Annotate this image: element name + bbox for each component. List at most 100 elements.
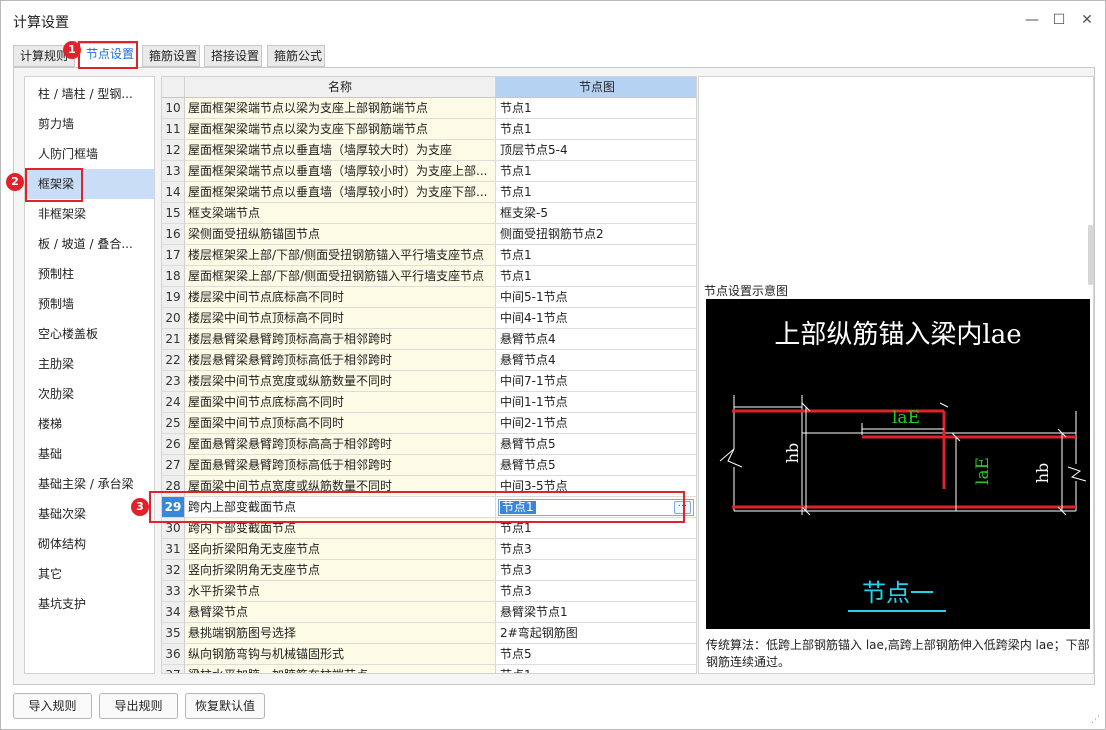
sidebar-item[interactable]: 剪力墙 <box>25 109 154 139</box>
sidebar-item[interactable]: 基础主梁 / 承台梁 <box>25 469 154 499</box>
table-row[interactable]: 20 楼层梁中间节点顶标高不同时 中间4-1节点 <box>162 308 696 329</box>
row-node-cell[interactable]: 节点1 <box>496 182 696 203</box>
row-name-cell[interactable]: 竖向折梁阴角无支座节点 <box>185 560 496 581</box>
table-row[interactable]: 37梁柱水平加腋，加腋筋在柱端节点节点1 <box>162 665 696 673</box>
table-row[interactable]: 24 屋面梁中间节点底标高不同时 中间1-1节点 <box>162 392 696 413</box>
row-name-cell[interactable]: 梁侧面受扭纵筋锚固节点 <box>185 224 496 245</box>
sidebar-item[interactable]: 板 / 坡道 / 叠合... <box>25 229 154 259</box>
row-node-cell[interactable]: 节点1 <box>496 266 696 287</box>
row-node-cell[interactable]: 节点3 <box>496 560 696 581</box>
row-node-cell[interactable]: 中间4-1节点 <box>496 308 696 329</box>
table-row[interactable]: 19 楼层梁中间节点底标高不同时 中间5-1节点 <box>162 287 696 308</box>
table-row[interactable]: 17 楼层框架梁上部/下部/侧面受扭钢筋锚入平行墙支座节点 节点1 <box>162 245 696 266</box>
row-node-cell[interactable]: 节点1 <box>496 98 696 119</box>
row-node-cell[interactable]: 中间5-1节点 <box>496 287 696 308</box>
row-name-cell[interactable]: 竖向折梁阳角无支座节点 <box>185 539 496 560</box>
tab-stirrup-settings[interactable]: 箍筋设置 <box>142 45 200 67</box>
sidebar-item[interactable]: 其它 <box>25 559 154 589</box>
row-node-cell[interactable]: 节点1 <box>496 119 696 140</box>
tab-stirrup-formula[interactable]: 箍筋公式 <box>267 45 325 67</box>
sidebar-item[interactable]: 预制墙 <box>25 289 154 319</box>
sidebar-item[interactable]: 砌体结构 <box>25 529 154 559</box>
row-node-cell[interactable]: 2#弯起钢筋图 <box>496 623 696 644</box>
row-node-cell[interactable]: 悬臂节点5 <box>496 434 696 455</box>
table-row[interactable]: 26 屋面悬臂梁悬臂跨顶标高高于相邻跨时 悬臂节点5 <box>162 434 696 455</box>
row-node-cell[interactable]: 悬臂梁节点1 <box>496 602 696 623</box>
row-node-cell[interactable]: 框支梁-5 <box>496 203 696 224</box>
row-node-cell[interactable]: 节点3 <box>496 581 696 602</box>
row-name-cell[interactable]: 楼层梁中间节点顶标高不同时 <box>185 308 496 329</box>
table-row[interactable]: 31 竖向折梁阳角无支座节点 节点3 <box>162 539 696 560</box>
row-node-cell[interactable]: 节点5 <box>496 644 696 665</box>
table-row[interactable]: 12 屋面框架梁端节点以垂直墙（墙厚较大时）为支座 顶层节点5-4 <box>162 140 696 161</box>
table-row[interactable]: 10 屋面框架梁端节点以梁为支座上部钢筋端节点 节点1 <box>162 98 696 119</box>
sidebar-item[interactable]: 基础 <box>25 439 154 469</box>
table-row[interactable]: 27 屋面悬臂梁悬臂跨顶标高低于相邻跨时 悬臂节点5 <box>162 455 696 476</box>
row-name-cell[interactable]: 楼层梁中间节点底标高不同时 <box>185 287 496 308</box>
column-header-name[interactable]: 名称 <box>185 77 496 98</box>
row-name-cell[interactable]: 屋面梁中间节点顶标高不同时 <box>185 413 496 434</box>
table-row[interactable]: 15 框支梁端节点 框支梁-5 <box>162 203 696 224</box>
tab-lap-settings[interactable]: 搭接设置 <box>204 45 262 67</box>
sidebar-item[interactable]: 柱 / 墙柱 / 型钢... <box>25 79 154 109</box>
column-header-node-diagram[interactable]: 节点图 <box>496 77 696 98</box>
close-icon[interactable]: ✕ <box>1076 9 1098 31</box>
row-name-cell[interactable]: 楼层梁中间节点宽度或纵筋数量不同时 <box>185 371 496 392</box>
table-row[interactable]: 14 屋面框架梁端节点以垂直墙（墙厚较小时）为支座下部... 节点1 <box>162 182 696 203</box>
table-row[interactable]: 23 楼层梁中间节点宽度或纵筋数量不同时 中间7-1节点 <box>162 371 696 392</box>
table-row[interactable]: 16 梁侧面受扭纵筋锚固节点 侧面受扭钢筋节点2 <box>162 224 696 245</box>
sidebar-item[interactable]: 非框架梁 <box>25 199 154 229</box>
sidebar-item[interactable]: 楼梯 <box>25 409 154 439</box>
table-row[interactable]: 13 屋面框架梁端节点以垂直墙（墙厚较小时）为支座上部... 节点1 <box>162 161 696 182</box>
row-name-cell[interactable]: 纵向钢筋弯钩与机械锚固形式 <box>185 644 496 665</box>
import-rules-button[interactable]: 导入规则 <box>13 693 92 719</box>
row-node-cell[interactable]: 悬臂节点5 <box>496 455 696 476</box>
row-name-cell[interactable]: 楼层框架梁上部/下部/侧面受扭钢筋锚入平行墙支座节点 <box>185 245 496 266</box>
row-node-cell[interactable]: 侧面受扭钢筋节点2 <box>496 224 696 245</box>
maximize-icon[interactable]: ☐ <box>1048 9 1070 31</box>
row-node-cell[interactable]: 中间7-1节点 <box>496 371 696 392</box>
sidebar-item[interactable]: 主肋梁 <box>25 349 154 379</box>
row-node-cell[interactable]: 节点1 <box>496 665 696 673</box>
row-node-cell[interactable]: 节点1 <box>496 161 696 182</box>
row-node-cell[interactable]: 中间1-1节点 <box>496 392 696 413</box>
table-row[interactable]: 25 屋面梁中间节点顶标高不同时 中间2-1节点 <box>162 413 696 434</box>
row-node-cell[interactable]: 悬臂节点4 <box>496 329 696 350</box>
row-name-cell[interactable]: 楼层悬臂梁悬臂跨顶标高高于相邻跨时 <box>185 329 496 350</box>
row-name-cell[interactable]: 梁柱水平加腋，加腋筋在柱端节点 <box>185 665 496 673</box>
table-row[interactable]: 18 屋面框架梁上部/下部/侧面受扭钢筋锚入平行墙支座节点 节点1 <box>162 266 696 287</box>
row-node-cell[interactable]: 节点1 <box>496 245 696 266</box>
table-row[interactable]: 35 悬挑端钢筋图号选择 2#弯起钢筋图 <box>162 623 696 644</box>
row-name-cell[interactable]: 屋面框架梁端节点以垂直墙（墙厚较小时）为支座下部... <box>185 182 496 203</box>
row-name-cell[interactable]: 屋面框架梁端节点以梁为支座下部钢筋端节点 <box>185 119 496 140</box>
row-name-cell[interactable]: 悬臂梁节点 <box>185 602 496 623</box>
export-rules-button[interactable]: 导出规则 <box>99 693 178 719</box>
row-name-cell[interactable]: 屋面梁中间节点底标高不同时 <box>185 392 496 413</box>
row-name-cell[interactable]: 悬挑端钢筋图号选择 <box>185 623 496 644</box>
resize-grip-icon[interactable]: ⋰ <box>1091 715 1101 725</box>
table-row[interactable]: 11 屋面框架梁端节点以梁为支座下部钢筋端节点 节点1 <box>162 119 696 140</box>
row-name-cell[interactable]: 屋面框架梁端节点以垂直墙（墙厚较大时）为支座 <box>185 140 496 161</box>
row-node-cell[interactable]: 节点3 <box>496 539 696 560</box>
row-name-cell[interactable]: 屋面悬臂梁悬臂跨顶标高高于相邻跨时 <box>185 434 496 455</box>
minimize-icon[interactable]: — <box>1021 9 1043 31</box>
row-name-cell[interactable]: 屋面框架梁上部/下部/侧面受扭钢筋锚入平行墙支座节点 <box>185 266 496 287</box>
preview-scrollbar[interactable] <box>1088 225 1093 285</box>
sidebar-item[interactable]: 空心楼盖板 <box>25 319 154 349</box>
row-name-cell[interactable]: 框支梁端节点 <box>185 203 496 224</box>
row-name-cell[interactable]: 屋面框架梁端节点以梁为支座上部钢筋端节点 <box>185 98 496 119</box>
row-name-cell[interactable]: 水平折梁节点 <box>185 581 496 602</box>
table-row[interactable]: 36 纵向钢筋弯钩与机械锚固形式 节点5 <box>162 644 696 665</box>
row-node-cell[interactable]: 悬臂节点4 <box>496 350 696 371</box>
table-row[interactable]: 34 悬臂梁节点 悬臂梁节点1 <box>162 602 696 623</box>
table-row[interactable]: 22 楼层悬臂梁悬臂跨顶标高低于相邻跨时 悬臂节点4 <box>162 350 696 371</box>
table-row[interactable]: 32 竖向折梁阴角无支座节点 节点3 <box>162 560 696 581</box>
row-name-cell[interactable]: 楼层悬臂梁悬臂跨顶标高低于相邻跨时 <box>185 350 496 371</box>
row-node-cell[interactable]: 中间2-1节点 <box>496 413 696 434</box>
row-name-cell[interactable]: 屋面框架梁端节点以垂直墙（墙厚较小时）为支座上部... <box>185 161 496 182</box>
restore-defaults-button[interactable]: 恢复默认值 <box>185 693 265 719</box>
sidebar-item[interactable]: 人防门框墙 <box>25 139 154 169</box>
sidebar-item[interactable]: 预制柱 <box>25 259 154 289</box>
table-row[interactable]: 33 水平折梁节点 节点3 <box>162 581 696 602</box>
sidebar-item[interactable]: 次肋梁 <box>25 379 154 409</box>
